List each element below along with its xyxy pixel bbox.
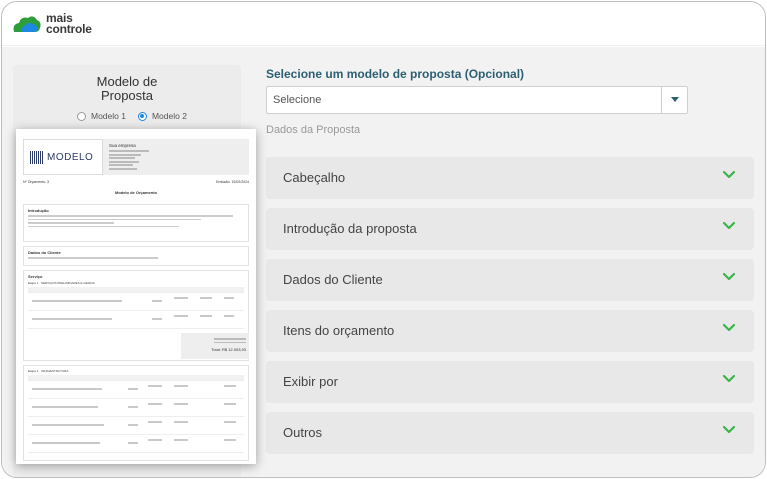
logo-wordmark: mais controle — [46, 12, 92, 36]
radio-model-1[interactable]: Modelo 1 — [77, 111, 126, 121]
chevron-down-icon[interactable] — [723, 221, 735, 231]
preview-budget-number: Nº Orçamento: 3 — [23, 180, 49, 184]
preview-logo-word: MODELO — [47, 151, 94, 163]
accordion-dados-cliente[interactable]: Dados do Cliente — [266, 259, 754, 301]
preview-stage-1: Etapa 1 · SERVIÇOS PRELIMINARES E GERAIS — [28, 281, 95, 285]
preview-logo: MODELO — [23, 139, 103, 175]
chevron-down-icon[interactable] — [671, 97, 679, 102]
logo-bars-icon — [30, 150, 43, 164]
radio-label: Modelo 2 — [151, 111, 187, 121]
accordion-label: Introdução da proposta — [283, 221, 417, 236]
preview-meta: Nº Orçamento: 3 Emissão: 19/02/2024 — [23, 180, 249, 184]
top-bar: mais controle — [2, 2, 765, 46]
accordion-label: Dados do Cliente — [283, 272, 383, 287]
logo[interactable]: mais controle — [12, 12, 92, 36]
chevron-down-icon[interactable] — [723, 272, 735, 282]
section-label: Dados da Proposta — [266, 124, 361, 136]
preview-service-heading: Serviço — [28, 274, 43, 279]
radio-label: Modelo 1 — [91, 111, 126, 121]
select-divider — [661, 87, 662, 113]
radio-model-2[interactable]: Modelo 2 — [137, 111, 187, 121]
radio-circle[interactable] — [77, 111, 86, 121]
accordion-label: Exibir por — [283, 374, 338, 389]
preview-title: Modelo de Orçamento — [114, 190, 157, 195]
chevron-down-icon[interactable] — [723, 170, 735, 180]
app-window: mais controle Modelo de Proposta Modelo … — [1, 1, 766, 478]
preview-header: MODELO Sua empresa — [23, 139, 249, 175]
preview-total-box: Total: R$ 12.003,93 — [181, 333, 249, 359]
proposal-model-select[interactable]: Selecione — [266, 86, 688, 114]
preview-total: Total: R$ 12.003,93 — [211, 347, 246, 352]
preview-client-box: Dados do Cliente — [23, 246, 249, 266]
proposal-preview: MODELO Sua empresa Nº Orçamento: 3 Emiss… — [16, 129, 256, 464]
preview-intro-heading: Introdução — [28, 208, 49, 213]
chevron-down-icon[interactable] — [723, 425, 735, 435]
select-value: Selecione — [273, 94, 322, 106]
accordion-introducao[interactable]: Introdução da proposta — [266, 208, 754, 250]
model-panel-title: Modelo de Proposta — [96, 74, 158, 103]
preview-intro-box: Introdução — [23, 204, 249, 242]
preview-client-heading: Dados do Cliente — [28, 250, 61, 255]
logo-line2: controle — [46, 22, 92, 36]
accordion-exibir-por[interactable]: Exibir por — [266, 361, 754, 403]
model-radio-group: Modelo 1 Modelo 2 — [77, 111, 187, 121]
preview-emission-date: Emissão: 19/02/2024 — [216, 180, 249, 184]
accordion-cabecalho[interactable]: Cabeçalho — [266, 157, 754, 199]
chevron-down-icon[interactable] — [723, 374, 735, 384]
chevron-down-icon[interactable] — [723, 323, 735, 333]
accordion-label: Outros — [283, 425, 323, 440]
accordion-label: Cabeçalho — [283, 170, 346, 185]
preview-stage-2: Etapa 2 · INFRAESTRUTURA — [28, 369, 69, 373]
accordion-outros[interactable]: Outros — [266, 412, 754, 454]
cloud-logo-icon — [13, 16, 41, 32]
preview-company-info: Sua empresa — [103, 139, 249, 175]
accordion-label: Itens do orçamento — [283, 323, 395, 338]
proposal-model-heading: Selecione um modelo de proposta (Opciona… — [266, 67, 525, 81]
preview-stage-2-box: Etapa 2 · INFRAESTRUTURA — [23, 365, 249, 461]
preview-company-name: Sua empresa — [109, 143, 136, 148]
radio-circle[interactable] — [137, 111, 147, 121]
accordion-itens[interactable]: Itens do orçamento — [266, 310, 754, 352]
